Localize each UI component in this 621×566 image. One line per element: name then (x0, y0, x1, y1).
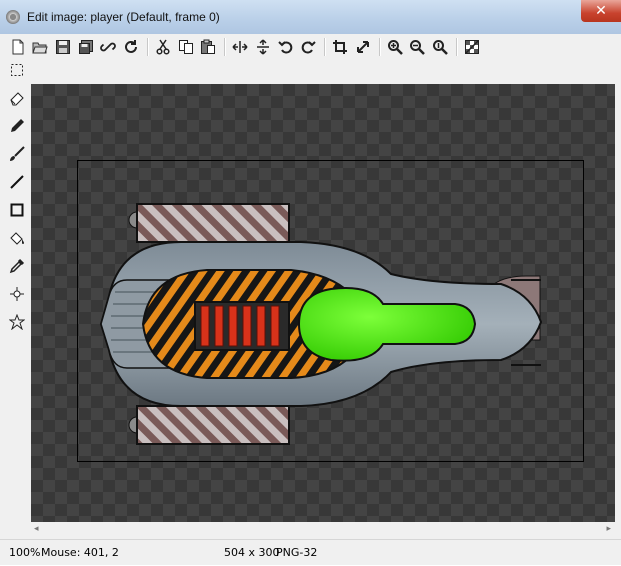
title-bar: Edit image: player (Default, frame 0) ✕ (0, 0, 621, 34)
toolbar-separator (379, 38, 381, 56)
scroll-right-arrow[interactable]: ▸ (606, 524, 611, 534)
toolbar-separator (456, 38, 458, 56)
frame-bounds (77, 160, 584, 462)
select-rectangle-tool[interactable] (6, 58, 28, 82)
image-format: PNG-32 (276, 546, 318, 559)
rectangle-icon (10, 203, 24, 217)
zoom-level: 100% (9, 546, 41, 559)
editor-window: ◂ ▸ 100% Mouse: 401, 2 504 x 300 PNG-32 (0, 34, 621, 565)
crop-button[interactable] (330, 36, 350, 58)
cut-icon (156, 39, 170, 55)
paste-icon (201, 39, 215, 54)
resize-button[interactable] (353, 36, 373, 58)
image-size: 504 x 300 (224, 546, 280, 559)
pencil-icon (11, 119, 24, 132)
save-as-icon (79, 40, 93, 54)
horizontal-scrollbar[interactable]: ◂ ▸ (31, 522, 615, 536)
save-icon (56, 40, 70, 54)
rectangle-tool[interactable] (6, 198, 28, 222)
flip-horizontal-icon (232, 41, 248, 53)
save-as-button[interactable] (76, 36, 96, 58)
status-bar: 100% Mouse: 401, 2 504 x 300 PNG-32 (0, 539, 621, 566)
cut-button[interactable] (153, 36, 173, 58)
app-gear-icon (6, 10, 20, 24)
link-button[interactable] (98, 36, 118, 58)
paste-button[interactable] (198, 36, 218, 58)
origin-tool[interactable] (6, 282, 28, 306)
image-canvas[interactable] (31, 84, 615, 522)
flip-horizontal-button[interactable] (230, 36, 250, 58)
polygon-tool[interactable] (6, 310, 28, 334)
eraser-tool[interactable] (6, 86, 28, 110)
toolbar (0, 34, 621, 60)
copy-button[interactable] (176, 36, 196, 58)
eraser-icon (10, 92, 24, 106)
rotate-left-button[interactable] (276, 36, 296, 58)
new-button[interactable] (8, 36, 28, 58)
reload-button[interactable] (121, 36, 141, 58)
zoom-reset-icon (433, 40, 448, 55)
scroll-left-arrow[interactable]: ◂ (34, 524, 39, 534)
toolbar-separator (224, 38, 226, 56)
rotate-left-icon (278, 41, 293, 54)
open-button[interactable] (30, 36, 50, 58)
reload-icon (125, 40, 137, 53)
line-tool[interactable] (6, 170, 28, 194)
mouse-position: Mouse: 401, 2 (41, 546, 119, 559)
save-button[interactable] (53, 36, 73, 58)
brush-icon (10, 146, 25, 161)
close-button[interactable]: ✕ (581, 0, 621, 22)
rotate-right-icon (301, 41, 316, 54)
toolbar-separator (324, 38, 326, 56)
eyedropper-tool[interactable] (6, 254, 28, 278)
zoom-out-icon (410, 40, 425, 55)
rotate-right-button[interactable] (298, 36, 318, 58)
origin-icon (10, 287, 24, 301)
transparency-icon (465, 40, 479, 54)
select-rectangle-icon (11, 64, 23, 76)
link-icon (100, 42, 116, 52)
pencil-tool[interactable] (6, 114, 28, 138)
line-icon (10, 175, 24, 189)
zoom-in-button[interactable] (385, 36, 405, 58)
zoom-out-button[interactable] (407, 36, 427, 58)
polygon-icon (9, 314, 25, 330)
copy-icon (179, 40, 193, 54)
fill-bucket-icon (10, 232, 24, 245)
brush-tool[interactable] (6, 142, 28, 166)
new-icon (12, 39, 24, 55)
zoom-in-icon (388, 40, 403, 55)
eyedropper-icon (9, 258, 25, 274)
zoom-reset-button[interactable] (430, 36, 450, 58)
resize-icon (357, 41, 369, 53)
window-title: Edit image: player (Default, frame 0) (27, 10, 220, 24)
flip-vertical-button[interactable] (253, 36, 273, 58)
open-icon (32, 42, 48, 54)
crop-icon (333, 40, 347, 54)
fill-bucket-tool[interactable] (6, 226, 28, 250)
toolbar-separator (147, 38, 149, 56)
transparency-button[interactable] (462, 36, 482, 58)
flip-vertical-icon (257, 39, 269, 55)
